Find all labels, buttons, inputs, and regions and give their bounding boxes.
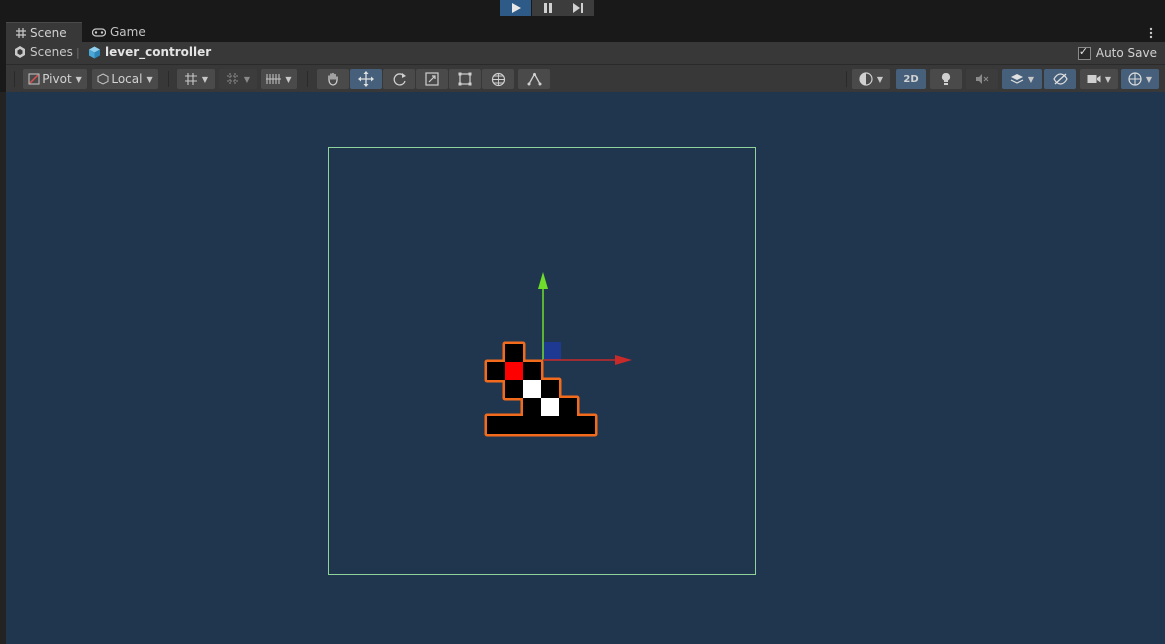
audio-muted-icon bbox=[976, 74, 989, 84]
chevron-down-icon: ▼ bbox=[75, 74, 82, 84]
breadcrumb-scenes[interactable]: Scenes bbox=[14, 45, 73, 59]
toolbar-divider bbox=[168, 71, 169, 87]
transform-tool-button[interactable] bbox=[482, 69, 514, 89]
chevron-down-icon: ▼ bbox=[243, 74, 251, 84]
transform-globe-icon bbox=[491, 72, 505, 86]
scene-viewport[interactable] bbox=[6, 92, 1165, 644]
breadcrumb-current-scene[interactable]: lever_controller bbox=[88, 45, 211, 59]
rect-transform-icon bbox=[458, 72, 472, 86]
scene-grid-button[interactable]: ▼ bbox=[261, 69, 297, 89]
increment-snap-icon bbox=[226, 73, 239, 85]
play-button[interactable] bbox=[500, 0, 531, 16]
gizmo-x-arrow[interactable] bbox=[615, 355, 632, 365]
rect-tool-button[interactable] bbox=[449, 69, 481, 89]
pivot-icon bbox=[28, 73, 40, 85]
gizmo-y-arrow[interactable] bbox=[538, 272, 548, 289]
gizmo-plane-handle[interactable] bbox=[543, 342, 561, 360]
toggle-2d-label: 2D bbox=[903, 73, 919, 85]
prefab-cube-icon bbox=[89, 46, 100, 58]
draw-mode-dropdown[interactable]: ▼ bbox=[852, 69, 890, 89]
chevron-down-icon: ▼ bbox=[285, 74, 292, 84]
pause-button[interactable] bbox=[532, 0, 563, 16]
shaded-sphere-icon bbox=[859, 72, 873, 86]
tab-game[interactable]: Game bbox=[86, 22, 146, 42]
move-gizmo[interactable] bbox=[538, 272, 632, 365]
scale-tool-button[interactable] bbox=[416, 69, 448, 89]
unity-logo-icon bbox=[15, 46, 25, 58]
move-tool-button[interactable] bbox=[350, 69, 382, 89]
step-button[interactable] bbox=[563, 0, 594, 16]
chevron-down-icon: ▼ bbox=[146, 74, 153, 84]
breadcrumb-scenes-label: Scenes bbox=[30, 45, 73, 59]
grid-icon bbox=[16, 27, 26, 38]
local-label: Local bbox=[111, 72, 143, 86]
scene-name-label: lever_controller bbox=[105, 45, 212, 59]
pivot-dropdown[interactable]: Pivot ▼ bbox=[23, 69, 87, 89]
toggle-2d-button[interactable]: 2D bbox=[896, 69, 926, 89]
grid-snap-icon bbox=[184, 73, 197, 85]
chevron-down-icon: ▼ bbox=[1145, 74, 1153, 84]
toolbar-divider bbox=[307, 71, 308, 87]
tab-game-label: Game bbox=[110, 25, 146, 39]
effects-dropdown[interactable]: ▼ bbox=[1002, 69, 1042, 89]
chevron-down-icon: ▼ bbox=[876, 74, 884, 84]
scale-icon bbox=[425, 72, 439, 86]
pivot-label: Pivot bbox=[42, 72, 72, 86]
eye-hidden-icon bbox=[1052, 73, 1068, 85]
lightbulb-icon bbox=[941, 72, 951, 85]
camera-icon bbox=[1087, 75, 1101, 83]
scene-canvas[interactable] bbox=[6, 92, 1165, 644]
chevron-down-icon: ▼ bbox=[1104, 74, 1112, 84]
auto-save-toggle[interactable]: Auto Save bbox=[1077, 45, 1157, 60]
increment-snapping-button[interactable]: ▼ bbox=[219, 69, 257, 89]
gizmos-dropdown[interactable]: ▼ bbox=[1121, 69, 1159, 89]
custom-editor-tool-icon bbox=[527, 72, 541, 86]
local-dropdown[interactable]: Local ▼ bbox=[92, 69, 158, 89]
pause-icon bbox=[543, 3, 552, 13]
move-arrows-icon bbox=[358, 71, 374, 87]
gizmos-globe-icon bbox=[1128, 72, 1142, 86]
auto-save-label: Auto Save bbox=[1095, 46, 1157, 60]
breadcrumb-separator: | bbox=[76, 46, 80, 59]
audio-toggle-button[interactable] bbox=[966, 69, 998, 89]
effects-layers-icon bbox=[1010, 74, 1024, 84]
tab-scene[interactable]: Scene bbox=[6, 22, 82, 42]
play-icon bbox=[511, 3, 521, 13]
ruler-grid-icon bbox=[266, 74, 282, 84]
step-icon bbox=[573, 3, 583, 13]
rotate-tool-button[interactable] bbox=[383, 69, 415, 89]
toolbar-divider bbox=[14, 71, 15, 87]
tab-scene-label: Scene bbox=[30, 25, 67, 40]
auto-save-checkbox[interactable] bbox=[1077, 45, 1091, 60]
hand-tool-button[interactable] bbox=[317, 69, 349, 89]
hidden-objects-toggle-button[interactable] bbox=[1044, 69, 1076, 89]
more-options-icon[interactable] bbox=[1149, 24, 1153, 43]
toolbar-divider bbox=[846, 71, 847, 87]
hand-icon bbox=[328, 72, 338, 86]
lighting-toggle-button[interactable] bbox=[930, 69, 962, 89]
grid-snapping-button[interactable]: ▼ bbox=[177, 69, 215, 89]
custom-tool-button[interactable] bbox=[518, 69, 550, 89]
gamepad-icon bbox=[92, 27, 106, 37]
scene-toolbar: Pivot ▼ Local ▼ ▼ ▼ ▼ ▼ 2D ▼ ▼ ▼ bbox=[6, 64, 1165, 93]
camera-dropdown[interactable]: ▼ bbox=[1080, 69, 1118, 89]
view-tab-bar: Scene Game bbox=[0, 22, 1165, 42]
play-toolbar bbox=[0, 0, 1165, 18]
breadcrumb: Scenes | lever_controller Auto Save bbox=[6, 42, 1165, 64]
chevron-down-icon: ▼ bbox=[1027, 74, 1035, 84]
chevron-down-icon: ▼ bbox=[201, 74, 209, 84]
local-space-icon bbox=[97, 73, 109, 85]
rotate-icon bbox=[393, 72, 406, 86]
